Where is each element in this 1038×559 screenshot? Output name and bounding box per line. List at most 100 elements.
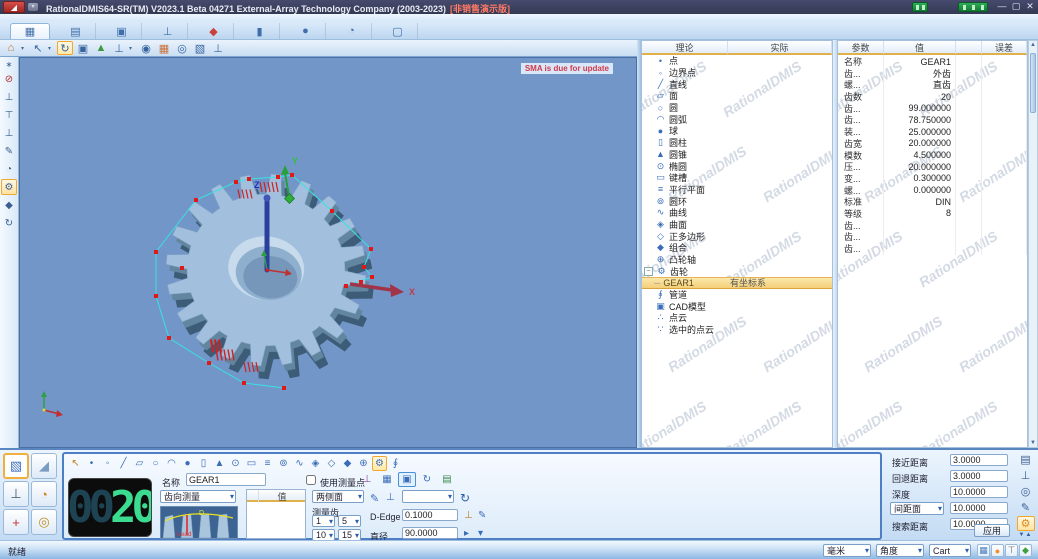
ribbon-tab-monitor[interactable]: ▢ xyxy=(378,23,418,39)
tooth-select-1[interactable]: 1 xyxy=(312,515,335,527)
value-table[interactable]: 值 xyxy=(246,489,306,539)
property-row-装...[interactable]: 装... 25.000000 xyxy=(838,125,1027,139)
probe-fit-icon[interactable]: ▾ xyxy=(478,528,483,539)
probe-rotate-button[interactable]: ↻ xyxy=(1,215,17,231)
param-input-接近距离[interactable] xyxy=(950,454,1008,466)
feature-plane-button[interactable]: ▱ xyxy=(132,456,147,471)
grid-view-tab[interactable]: ▣ xyxy=(398,472,416,487)
3d-viewport[interactable]: Z Y X SMA is due for update xyxy=(19,57,637,448)
tree-item-凸轮轴[interactable]: ⊕ 凸轮轴 xyxy=(642,254,832,266)
probe-dir-icon[interactable]: ▸ xyxy=(464,528,469,539)
feature-cone-button[interactable]: ▲ xyxy=(212,456,227,471)
tree-item-管道[interactable]: ∮ 管道 xyxy=(642,289,832,301)
value-table-header[interactable]: 值 xyxy=(259,490,305,503)
fixture-button[interactable]: ◎ xyxy=(31,509,57,535)
probe-select[interactable] xyxy=(402,490,454,503)
tree-item-直线[interactable]: ╱ 直线 xyxy=(642,78,832,90)
feature-slot-button[interactable]: ▭ xyxy=(244,456,259,471)
dedge-input[interactable] xyxy=(402,509,458,521)
tree-header-theory[interactable]: 理论 xyxy=(642,41,728,54)
feature-sphere-button[interactable]: ● xyxy=(180,456,195,471)
report-view-tab[interactable]: ▤ xyxy=(438,472,456,487)
scroll-down-icon[interactable]: ▼ xyxy=(1029,440,1037,446)
property-row-标准[interactable]: 标准 DIN xyxy=(838,195,1027,209)
feature-pointer-button[interactable]: ↖ xyxy=(68,456,83,471)
probe-calibrate-button[interactable]: ◔ xyxy=(1,161,17,177)
workpiece-view-button[interactable]: ▧ xyxy=(3,453,29,479)
sma-update-badge[interactable]: SMA is due for update xyxy=(519,62,614,75)
cursor-dropdown-icon[interactable]: ▾ xyxy=(48,41,55,55)
tree-item-点云[interactable]: ∴ 点云 xyxy=(642,312,832,324)
ribbon-tab-clock[interactable]: ◔ xyxy=(332,23,372,39)
feature-polygon-button[interactable]: ◇ xyxy=(324,456,339,471)
gear-model-canvas[interactable]: Z Y X xyxy=(20,58,636,447)
property-row-螺...[interactable]: 螺... 0.000000 xyxy=(838,183,1027,197)
render-mode-button[interactable]: ▦ xyxy=(156,41,172,55)
expander-icon[interactable]: − xyxy=(644,266,653,276)
direction-measure-select[interactable]: 齿向测量 xyxy=(160,490,236,503)
tree-item-面[interactable]: ▱ 面 xyxy=(642,90,832,102)
link-status-icon[interactable]: ◆ xyxy=(1019,544,1032,557)
prop-header-param[interactable]: 参数 xyxy=(838,41,884,54)
feature-cylinder-button[interactable]: ▯ xyxy=(196,456,211,471)
probe-edit-button[interactable]: ✎ xyxy=(1,143,17,159)
cube-view-button[interactable]: ▧ xyxy=(192,41,208,55)
probe-setup-button[interactable]: ⊥ xyxy=(3,481,29,507)
probe-check-button[interactable]: ⊥ xyxy=(1017,468,1035,483)
ribbon-tab-document[interactable]: ▤ xyxy=(56,23,96,39)
property-row-螺...[interactable]: 螺... 直齿 xyxy=(838,78,1027,92)
chart-tab[interactable]: ▦ xyxy=(378,472,396,487)
tree-item-平行平面[interactable]: ≡ 平行平面 xyxy=(642,184,832,196)
feature-boundary-point-button[interactable]: ◦ xyxy=(100,456,115,471)
tree-item-圆锥[interactable]: ▲ 圆锥 xyxy=(642,149,832,161)
property-row-名称[interactable]: 名称 GEAR1 xyxy=(838,55,1027,68)
probe-pen-button[interactable]: ✎ xyxy=(1017,500,1035,515)
ribbon-tab-briefcase[interactable]: ▦ xyxy=(10,23,50,39)
feature-pipe-button[interactable]: ∮ xyxy=(388,456,403,471)
collapse-panel-icon[interactable]: ▼▲ xyxy=(1019,532,1033,538)
gauge-setup-button[interactable]: ◢ xyxy=(31,453,57,479)
datum-icon[interactable]: ⊥ xyxy=(464,510,473,521)
diameter-input[interactable] xyxy=(402,527,458,539)
ball-status-icon[interactable]: ● xyxy=(991,544,1004,557)
tree-item-组合[interactable]: ◆ 组合 xyxy=(642,242,832,254)
property-row-变...[interactable]: 变... 0.300000 xyxy=(838,171,1027,185)
eye-button[interactable]: ◉ xyxy=(138,41,154,55)
feature-curve-button[interactable]: ∿ xyxy=(292,456,307,471)
property-row-齿数[interactable]: 齿数 20 xyxy=(838,90,1027,104)
tooth-select-2[interactable]: 5 xyxy=(338,515,361,527)
refresh-icon[interactable]: ↻ xyxy=(460,491,470,505)
angle-select[interactable]: 角度 xyxy=(876,544,924,557)
units-select[interactable]: 毫米 xyxy=(823,544,871,557)
tree-item-选中的点云[interactable]: ∵ 选中的点云 xyxy=(642,324,832,336)
name-input[interactable] xyxy=(186,473,266,486)
ribbon-tab-probe[interactable]: ⊥ xyxy=(148,23,188,39)
grid-status-icon[interactable]: ▦ xyxy=(977,544,990,557)
probe-off-button[interactable]: ⊘ xyxy=(1,71,17,87)
scrollbar-thumb[interactable] xyxy=(1030,53,1036,113)
property-row-齿...[interactable]: 齿... xyxy=(838,218,1027,232)
property-row-压...[interactable]: 压... 20.000000 xyxy=(838,160,1027,174)
probe-display-button[interactable]: ⊥ xyxy=(210,41,226,55)
property-row-齿宽[interactable]: 齿宽 20.000000 xyxy=(838,136,1027,150)
tree-item-正多边形[interactable]: ◇ 正多边形 xyxy=(642,230,832,242)
property-row-齿...[interactable]: 齿... 99.000000 xyxy=(838,101,1027,115)
ribbon-tab-render-diamond[interactable]: ◆ xyxy=(194,23,234,39)
tree-item-曲线[interactable]: ∿ 曲线 xyxy=(642,207,832,219)
scroll-up-icon[interactable]: ▲ xyxy=(1029,42,1037,48)
tree-item-键槽[interactable]: ▭ 键槽 xyxy=(642,172,832,184)
cursor-button[interactable]: ↖ xyxy=(30,41,46,55)
ribbon-tab-shell[interactable]: ● xyxy=(286,23,326,39)
tree-item-圆柱[interactable]: ▯ 圆柱 xyxy=(642,137,832,149)
feature-circle-button[interactable]: ○ xyxy=(148,456,163,471)
probe-build-button[interactable]: ⚙ xyxy=(1,179,17,195)
tree-item-圆[interactable]: ○ 圆 xyxy=(642,102,832,114)
feature-gear-button[interactable]: ⚙ xyxy=(372,455,387,471)
tree-item-齿轮[interactable]: − ⚙ 齿轮 xyxy=(642,265,832,277)
magnifier-button[interactable]: ◎ xyxy=(1017,484,1035,499)
tree-item-GEAR1[interactable]: ─ GEAR1 有坐标系 xyxy=(642,277,832,289)
property-row-齿...[interactable]: 齿... xyxy=(838,230,1027,244)
feature-arc-button[interactable]: ◠ xyxy=(164,456,179,471)
tree-item-曲面[interactable]: ◈ 曲面 xyxy=(642,219,832,231)
tree-item-圆弧[interactable]: ◠ 圆弧 xyxy=(642,113,832,125)
